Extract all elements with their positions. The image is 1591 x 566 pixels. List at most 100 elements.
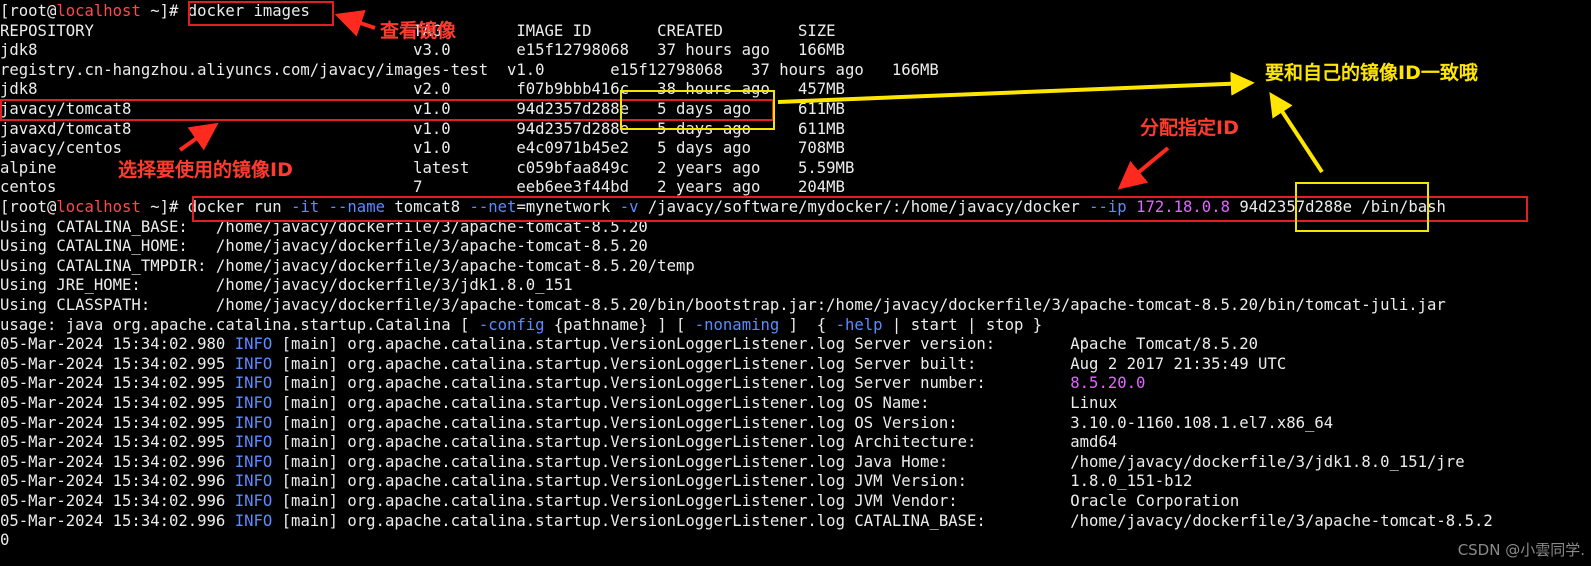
terminal-text-segment: [main] org.apache.catalina.startup.Versi… bbox=[272, 374, 1071, 393]
terminal-text-segment: /javacy/software/mydocker/:/home/javacy/… bbox=[638, 198, 1090, 216]
terminal-text-segment: [main] org.apache.catalina.startup.Versi… bbox=[272, 433, 1118, 452]
terminal-text-segment: 0 bbox=[0, 531, 10, 550]
terminal-line: Using CATALINA_HOME: /home/javacy/docker… bbox=[0, 236, 648, 256]
terminal-text-segment: ~]# bbox=[140, 2, 188, 20]
terminal-text-segment: INFO bbox=[234, 394, 273, 412]
terminal-line: 05-Mar-2024 15:34:02.995 INFO [main] org… bbox=[0, 393, 1117, 413]
terminal-text-segment: centos 7 eeb6ee3f44bd 2 years ago 204MB bbox=[0, 178, 845, 197]
terminal-text-segment: registry.cn-hangzhou.aliyuncs.com/javacy… bbox=[0, 60, 939, 79]
terminal-text-segment: ~]# bbox=[140, 198, 188, 216]
terminal-text-segment: 05-Mar-2024 15:34:02.996 bbox=[0, 511, 235, 530]
terminal-text-segment: jdk8 v3.0 e15f12798068 37 hours ago 166M… bbox=[0, 41, 845, 60]
terminal-text-segment: 8.5.20.0 bbox=[1070, 374, 1146, 393]
terminal-text-segment: =mynetwork bbox=[516, 198, 620, 216]
terminal-text-segment: Using JRE_HOME: /home/javacy/dockerfile/… bbox=[0, 276, 573, 295]
terminal-line: 05-Mar-2024 15:34:02.995 INFO [main] org… bbox=[0, 413, 1333, 433]
terminal-line: registry.cn-hangzhou.aliyuncs.com/javacy… bbox=[0, 60, 939, 80]
terminal-text-segment: usage: java org.apache.catalina.startup.… bbox=[0, 315, 479, 334]
terminal-text-segment: 94d2357d288e /bin/bash bbox=[1229, 198, 1446, 216]
terminal-text-segment: --net bbox=[469, 198, 517, 216]
terminal-text-segment: [root@ bbox=[0, 2, 57, 20]
terminal-line: [root@localhost ~]# docker run -it --nam… bbox=[0, 197, 1446, 217]
terminal-line: 05-Mar-2024 15:34:02.996 INFO [main] org… bbox=[0, 452, 1465, 472]
terminal-line: Using CATALINA_BASE: /home/javacy/docker… bbox=[0, 217, 648, 237]
terminal-text-segment: --ip bbox=[1089, 198, 1127, 216]
terminal-text-segment: tomcat8 bbox=[384, 198, 470, 216]
terminal-text-segment: docker run bbox=[187, 198, 292, 216]
terminal-line: javacy/centos v1.0 e4c0971b45e2 5 days a… bbox=[0, 138, 845, 158]
annotation-select-image-id: 选择要使用的镜像ID bbox=[118, 159, 293, 181]
terminal-text-segment: -it bbox=[291, 198, 320, 216]
terminal-text-segment: --name bbox=[328, 198, 385, 216]
terminal-line: 05-Mar-2024 15:34:02.995 INFO [main] org… bbox=[0, 432, 1117, 452]
terminal-text-segment: 05-Mar-2024 15:34:02.995 bbox=[0, 394, 235, 412]
terminal-text-segment: [main] org.apache.catalina.startup.Versi… bbox=[272, 472, 1193, 491]
terminal-text-segment: javacy/centos v1.0 e4c0971b45e2 5 days a… bbox=[0, 139, 845, 158]
terminal-text-segment: -config bbox=[478, 315, 545, 334]
terminal-text-segment: INFO bbox=[234, 452, 273, 471]
terminal-line: 05-Mar-2024 15:34:02.996 INFO [main] org… bbox=[0, 491, 1239, 511]
terminal-text-segment: javaxd/tomcat8 v1.0 94d2357d288e 5 days … bbox=[0, 119, 845, 138]
terminal-text-segment: -help bbox=[835, 315, 883, 334]
annotation-assign-ip: 分配指定ID bbox=[1140, 117, 1239, 139]
terminal-line: 05-Mar-2024 15:34:02.980 INFO [main] org… bbox=[0, 334, 1258, 354]
terminal-line: 05-Mar-2024 15:34:02.996 INFO [main] org… bbox=[0, 511, 1493, 531]
terminal-window[interactable]: [root@localhost ~]# docker images REPOSIT… bbox=[0, 0, 1591, 566]
terminal-text-segment: Using CLASSPATH: /home/javacy/dockerfile… bbox=[0, 296, 1446, 314]
terminal-text-segment: -nonaming bbox=[694, 315, 780, 334]
terminal-text-segment: [main] org.apache.catalina.startup.Versi… bbox=[272, 394, 1118, 412]
terminal-text-segment: 172.18.0.8 bbox=[1126, 198, 1230, 216]
annotation-view-images: 查看镜像 bbox=[380, 20, 457, 42]
terminal-text-segment: ] { bbox=[779, 315, 836, 334]
watermark: CSDN @小雲同学. bbox=[1457, 541, 1585, 559]
terminal-line: 05-Mar-2024 15:34:02.996 INFO [main] org… bbox=[0, 471, 1192, 491]
terminal-text-segment: 05-Mar-2024 15:34:02.996 bbox=[0, 472, 235, 491]
terminal-text-segment: 05-Mar-2024 15:34:02.996 bbox=[0, 492, 235, 510]
terminal-text-segment: javacy/tomcat8 v1.0 94d2357d288e 5 days … bbox=[0, 100, 845, 118]
terminal-line: javacy/tomcat8 v1.0 94d2357d288e 5 days … bbox=[0, 99, 845, 119]
terminal-text-segment: -v bbox=[619, 198, 639, 216]
terminal-text-segment: 05-Mar-2024 15:34:02.980 bbox=[0, 335, 235, 354]
terminal-text-segment: [main] org.apache.catalina.startup.Versi… bbox=[272, 492, 1240, 510]
terminal-text-segment: INFO bbox=[234, 374, 273, 393]
terminal-text-segment: {pathname} ] [ bbox=[544, 315, 695, 334]
terminal-text-segment: INFO bbox=[234, 511, 273, 530]
terminal-line: Using JRE_HOME: /home/javacy/dockerfile/… bbox=[0, 275, 573, 295]
terminal-text-segment: docker images bbox=[187, 2, 310, 20]
terminal-text-segment: [main] org.apache.catalina.startup.Versi… bbox=[272, 413, 1334, 432]
terminal-line: jdk8 v2.0 f07b9bbb416c 38 hours ago 457M… bbox=[0, 79, 845, 99]
terminal-text-segment: 05-Mar-2024 15:34:02.996 bbox=[0, 452, 235, 471]
terminal-text-segment: [root@ bbox=[0, 198, 57, 216]
terminal-text-segment: 05-Mar-2024 15:34:02.995 bbox=[0, 413, 235, 432]
terminal-text-segment: [main] org.apache.catalina.startup.Versi… bbox=[272, 452, 1465, 471]
terminal-line: [root@localhost ~]# docker images bbox=[0, 1, 310, 21]
terminal-text-segment: Using CATALINA_TMPDIR: /home/javacy/dock… bbox=[0, 256, 695, 275]
terminal-text-segment: INFO bbox=[234, 354, 273, 373]
terminal-text-segment: [main] org.apache.catalina.startup.Versi… bbox=[272, 511, 1493, 530]
terminal-line: 0 bbox=[0, 530, 9, 550]
terminal-text-segment: 05-Mar-2024 15:34:02.995 bbox=[0, 433, 235, 452]
terminal-line: 05-Mar-2024 15:34:02.995 INFO [main] org… bbox=[0, 354, 1286, 374]
terminal-line: usage: java org.apache.catalina.startup.… bbox=[0, 315, 1042, 335]
terminal-line: javaxd/tomcat8 v1.0 94d2357d288e 5 days … bbox=[0, 119, 845, 139]
terminal-text-segment: INFO bbox=[234, 472, 273, 491]
terminal-text-segment: Using CATALINA_HOME: /home/javacy/docker… bbox=[0, 237, 648, 256]
terminal-text-segment: Using CATALINA_BASE: /home/javacy/docker… bbox=[0, 217, 648, 236]
terminal-text-segment: 05-Mar-2024 15:34:02.995 bbox=[0, 354, 235, 373]
terminal-text-segment: INFO bbox=[234, 492, 273, 510]
terminal-text-segment: INFO bbox=[234, 413, 273, 432]
terminal-text-segment: | start | stop } bbox=[882, 315, 1043, 334]
terminal-text-segment: [main] org.apache.catalina.startup.Versi… bbox=[272, 335, 1259, 354]
terminal-text-segment: 05-Mar-2024 15:34:02.995 bbox=[0, 374, 235, 393]
terminal-line: 05-Mar-2024 15:34:02.995 INFO [main] org… bbox=[0, 373, 1145, 393]
terminal-line: jdk8 v3.0 e15f12798068 37 hours ago 166M… bbox=[0, 40, 845, 60]
terminal-text-segment: localhost bbox=[56, 198, 141, 216]
terminal-line: Using CATALINA_TMPDIR: /home/javacy/dock… bbox=[0, 256, 695, 276]
terminal-text-segment: [main] org.apache.catalina.startup.Versi… bbox=[272, 354, 1287, 373]
terminal-text-segment: INFO bbox=[234, 433, 273, 452]
annotation-match-image-id: 要和自己的镜像ID一致哦 bbox=[1265, 62, 1478, 84]
terminal-text-segment: localhost bbox=[56, 2, 141, 20]
terminal-line: Using CLASSPATH: /home/javacy/dockerfile… bbox=[0, 295, 1446, 315]
terminal-text-segment: INFO bbox=[234, 335, 273, 354]
